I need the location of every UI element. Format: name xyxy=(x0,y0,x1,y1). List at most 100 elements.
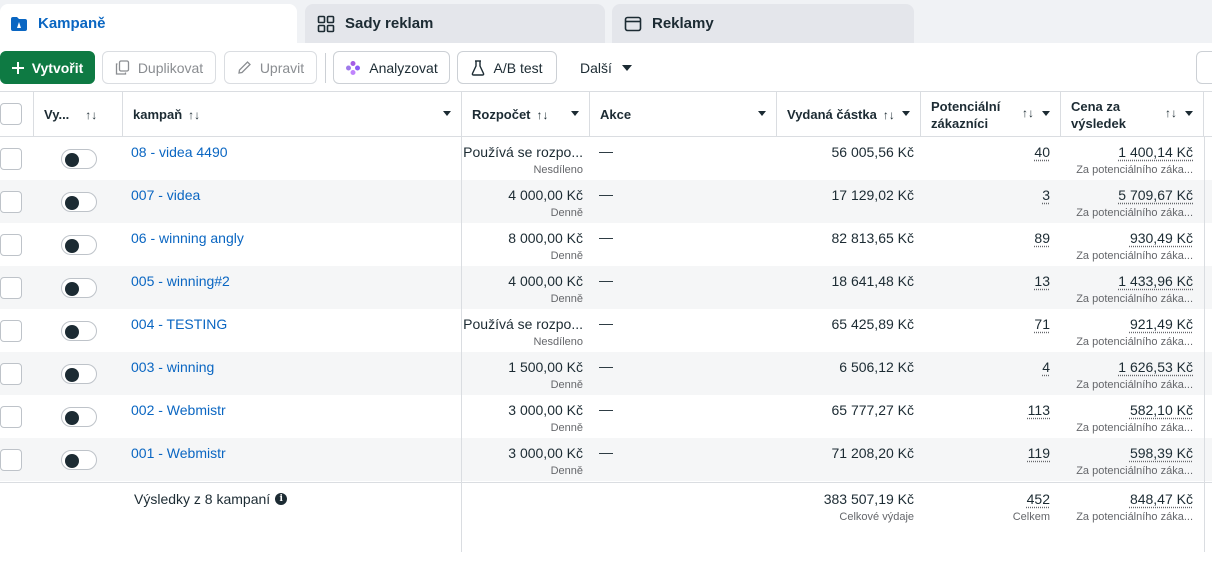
edit-button[interactable]: Upravit xyxy=(224,51,317,84)
tab-campaigns[interactable]: Kampaně xyxy=(0,4,297,43)
header-campaign-label: kampaň xyxy=(133,107,183,122)
create-button[interactable]: Vytvořit xyxy=(0,51,95,84)
row-checkbox[interactable] xyxy=(0,449,22,471)
cost-per-result-value[interactable]: 5 709,67 Kč xyxy=(1118,187,1193,203)
row-checkbox[interactable] xyxy=(0,191,22,213)
header-cost-per-result[interactable]: Cena za výsledek ↑↓ xyxy=(1061,92,1204,137)
more-dropdown[interactable]: Další xyxy=(580,51,632,84)
leads-value[interactable]: 89 xyxy=(1034,230,1050,246)
row-checkbox[interactable] xyxy=(0,406,22,428)
leads-value[interactable]: 40 xyxy=(1034,144,1050,160)
campaign-name-link[interactable]: 06 - winning angly xyxy=(131,230,244,246)
spent-value: 65 425,89 Kč xyxy=(831,316,914,332)
leads-value[interactable]: 3 xyxy=(1042,187,1050,203)
budget-type: Denně xyxy=(550,422,583,434)
campaign-name-link[interactable]: 007 - videa xyxy=(131,187,200,203)
sort-icon: ↑↓ xyxy=(536,107,549,122)
header-onoff[interactable]: Vy... ↑↓ xyxy=(34,92,123,137)
campaign-name-link[interactable]: 002 - Webmistr xyxy=(131,402,226,418)
cost-per-result-sub: Za potenciálního záka... xyxy=(1076,293,1193,305)
row-checkbox[interactable] xyxy=(0,363,22,385)
select-all-cell xyxy=(0,92,34,137)
campaign-name-link[interactable]: 003 - winning xyxy=(131,359,214,375)
campaign-toggle[interactable] xyxy=(61,235,97,255)
cost-per-result-value[interactable]: 921,49 Kč xyxy=(1130,316,1193,332)
header-actions[interactable]: Akce xyxy=(590,92,777,137)
actions-value: — xyxy=(599,401,613,417)
summary-spent-sub: Celkové výdaje xyxy=(839,511,914,523)
leads-value[interactable]: 71 xyxy=(1034,316,1050,332)
header-spent[interactable]: Vydaná částka ↑↓ xyxy=(777,92,921,137)
toggle-knob xyxy=(65,454,79,468)
campaign-toggle[interactable] xyxy=(61,278,97,298)
table-row[interactable]: 004 - TESTING Používá se rozpo... Nesdílen… xyxy=(0,309,1212,352)
leads-value[interactable]: 13 xyxy=(1034,273,1050,289)
campaign-toggle[interactable] xyxy=(61,364,97,384)
leads-value[interactable]: 119 xyxy=(1028,445,1050,461)
table-row[interactable]: 08 - videa 4490 Používá se rozpo... Nesdíl… xyxy=(0,137,1212,180)
info-icon[interactable]: i xyxy=(275,493,288,505)
campaign-toggle[interactable] xyxy=(61,321,97,341)
header-campaign[interactable]: kampaň ↑↓ xyxy=(123,92,462,137)
cost-per-result-value[interactable]: 1 400,14 Kč xyxy=(1118,144,1193,160)
table-row[interactable]: 005 - winning#2 4 000,00 Kč Denně — 18 641,4… xyxy=(0,266,1212,309)
campaign-name-link[interactable]: 004 - TESTING xyxy=(131,316,227,332)
cost-per-result-value[interactable]: 598,39 Kč xyxy=(1130,445,1193,461)
caret-down-icon xyxy=(758,111,766,116)
spent-value: 82 813,65 Kč xyxy=(831,230,914,246)
budget-cell: 8 000,00 Kč Denně xyxy=(462,223,583,266)
campaign-toggle[interactable] xyxy=(61,407,97,427)
campaign-folder-icon xyxy=(10,15,28,33)
row-checkbox[interactable] xyxy=(0,277,22,299)
cost-per-result-value[interactable]: 930,49 Kč xyxy=(1130,230,1193,246)
campaign-name-link[interactable]: 08 - videa 4490 xyxy=(131,144,228,160)
tab-ad-sets[interactable]: Sady reklam xyxy=(305,4,605,43)
actions-value: — xyxy=(599,444,613,460)
row-checkbox[interactable] xyxy=(0,234,22,256)
campaign-toggle[interactable] xyxy=(61,192,97,212)
budget-cell: 3 000,00 Kč Denně xyxy=(462,438,583,481)
header-leads[interactable]: Potenciální zákazníci ↑↓ xyxy=(921,92,1061,137)
cost-per-result-value[interactable]: 1 433,96 Kč xyxy=(1118,273,1193,289)
campaign-toggle[interactable] xyxy=(61,450,97,470)
actions-value: — xyxy=(599,143,613,159)
campaign-toggle[interactable] xyxy=(61,149,97,169)
header-budget[interactable]: Rozpočet ↑↓ xyxy=(462,92,590,137)
summary-cost-per-result[interactable]: 848,47 Kč xyxy=(1130,491,1193,507)
tab-ads[interactable]: Reklamy xyxy=(612,4,914,43)
pencil-icon xyxy=(237,60,252,75)
caret-down-icon xyxy=(1042,111,1050,116)
plus-icon xyxy=(11,61,24,74)
actions-value: — xyxy=(599,358,613,374)
table-row[interactable]: 001 - Webmistr 3 000,00 Kč Denně — 71 208,20… xyxy=(0,438,1212,481)
budget-cell: 1 500,00 Kč Denně xyxy=(462,352,583,395)
duplicate-icon xyxy=(115,60,130,75)
leads-value[interactable]: 4 xyxy=(1042,359,1050,375)
row-checkbox[interactable] xyxy=(0,148,22,170)
cost-per-result-value[interactable]: 1 626,53 Kč xyxy=(1118,359,1193,375)
summary-leads[interactable]: 452 xyxy=(1027,491,1050,507)
budget-value: 3 000,00 Kč xyxy=(508,402,583,418)
actions-value: — xyxy=(599,186,613,202)
budget-value: 4 000,00 Kč xyxy=(508,187,583,203)
select-all-checkbox[interactable] xyxy=(0,103,22,125)
table-row[interactable]: 002 - Webmistr 3 000,00 Kč Denně — 65 777,27… xyxy=(0,395,1212,438)
leads-value[interactable]: 113 xyxy=(1028,402,1050,418)
campaign-name-link[interactable]: 005 - winning#2 xyxy=(131,273,230,289)
actions-value: — xyxy=(599,229,613,245)
caret-down-icon xyxy=(621,64,632,71)
campaign-name-link[interactable]: 001 - Webmistr xyxy=(131,445,226,461)
view-settings-button[interactable] xyxy=(1196,51,1212,84)
budget-cell: Používá se rozpo... Nesdíleno xyxy=(462,309,583,352)
spent-value: 65 777,27 Kč xyxy=(831,402,914,418)
table-row[interactable]: 003 - winning 1 500,00 Kč Denně — 6 506,12 K… xyxy=(0,352,1212,395)
table-row[interactable]: 007 - videa 4 000,00 Kč Denně — 17 129,02 Kč… xyxy=(0,180,1212,223)
duplicate-button[interactable]: Duplikovat xyxy=(102,51,216,84)
header-spent-label: Vydaná částka xyxy=(787,107,877,122)
cost-per-result-value[interactable]: 582,10 Kč xyxy=(1130,402,1193,418)
row-checkbox[interactable] xyxy=(0,320,22,342)
caret-down-icon xyxy=(571,111,579,116)
ab-test-button[interactable]: A/B test xyxy=(457,51,557,84)
analyze-button[interactable]: Analyzovat xyxy=(333,51,450,84)
table-row[interactable]: 06 - winning angly 8 000,00 Kč Denně — 82 81… xyxy=(0,223,1212,266)
